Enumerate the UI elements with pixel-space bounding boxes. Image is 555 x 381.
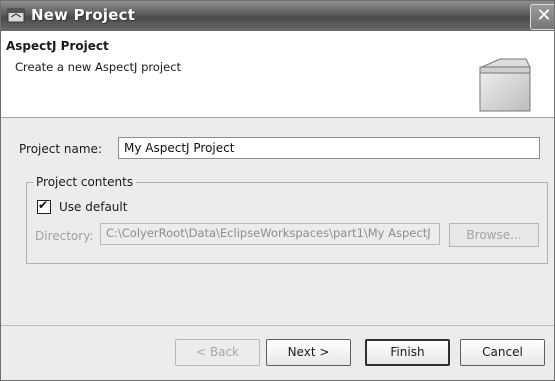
use-default-checkbox[interactable] (37, 198, 51, 214)
next-button[interactable]: Next > (266, 339, 351, 366)
wizard-page-title: AspectJ Project (6, 39, 109, 53)
project-name-input[interactable] (118, 137, 540, 159)
use-default-option[interactable]: Use default (37, 198, 128, 214)
cancel-button[interactable]: Cancel (460, 339, 545, 366)
button-bar-separator (1, 325, 554, 326)
project-contents-group: Project contents Use default Directory: … (26, 175, 548, 264)
new-project-dialog: New Project ✕ AspectJ Project Create a n… (0, 0, 555, 381)
directory-input: C:\ColyerRoot\Data\EclipseWorkspaces\par… (100, 223, 440, 245)
finish-button[interactable]: Finish (365, 339, 450, 366)
wizard-banner: AspectJ Project Create a new AspectJ pro… (1, 31, 554, 118)
close-icon[interactable]: ✕ (530, 4, 554, 30)
window-title: New Project (31, 6, 136, 24)
project-folder-icon (479, 58, 531, 112)
project-contents-legend: Project contents (33, 175, 137, 189)
browse-button: Browse... (449, 223, 539, 247)
project-name-label: Project name: (19, 142, 102, 156)
eclipse-window-icon (7, 8, 25, 23)
directory-label: Directory: (35, 229, 94, 243)
title-bar[interactable]: New Project ✕ (1, 1, 554, 31)
back-button: < Back (175, 339, 260, 366)
wizard-page-description: Create a new AspectJ project (15, 60, 182, 74)
use-default-label: Use default (59, 200, 128, 214)
